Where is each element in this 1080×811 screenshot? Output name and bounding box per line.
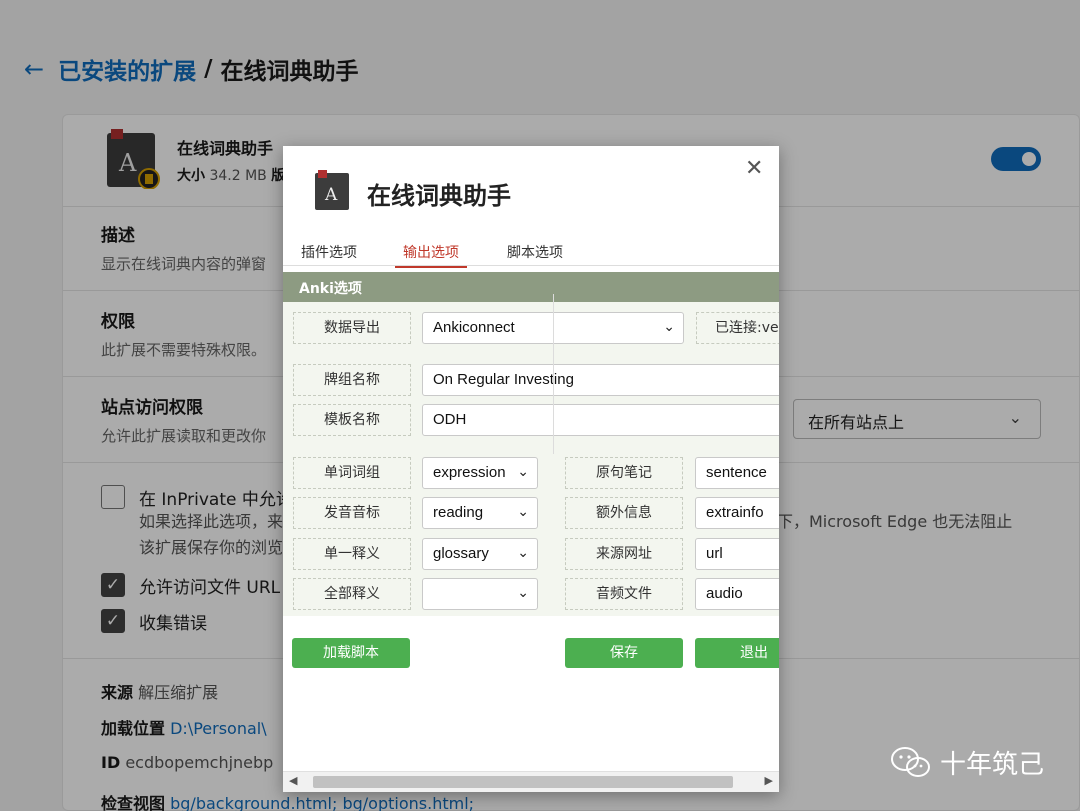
horizontal-scrollbar[interactable]: ◀ ▶	[283, 771, 779, 792]
scroll-right-arrow-icon[interactable]: ▶	[765, 774, 773, 787]
field-input-url[interactable]: url	[695, 538, 779, 570]
field-label-expression: 单词词组	[293, 457, 411, 489]
popup-title: 在线词典助手	[367, 182, 511, 210]
field-input-sentence[interactable]: sentence	[695, 457, 779, 489]
deck-input[interactable]: On Regular Investing	[422, 364, 779, 396]
field-label-glossary: 单一释义	[293, 538, 411, 570]
chevron-down-icon: ⌄	[517, 544, 529, 560]
field-label-all-glossary: 全部释义	[293, 578, 411, 610]
watermark: 十年筑己	[890, 744, 1044, 781]
export-label: 数据导出	[293, 312, 411, 344]
tab-plugin-options[interactable]: 插件选项	[301, 242, 357, 266]
chevron-down-icon: ⌄	[517, 503, 529, 519]
field-label-extrainfo: 额外信息	[565, 497, 683, 529]
popup-tabs: 插件选项 输出选项 脚本选项	[283, 242, 779, 268]
chevron-down-icon: ⌄	[517, 584, 529, 600]
field-select-reading[interactable]: reading ⌄	[422, 497, 538, 529]
field-select-expression[interactable]: expression ⌄	[422, 457, 538, 489]
chevron-down-icon: ⌄	[663, 318, 675, 334]
chevron-down-icon: ⌄	[517, 463, 529, 479]
field-input-extrainfo[interactable]: extrainfo	[695, 497, 779, 529]
tab-script-options[interactable]: 脚本选项	[507, 242, 563, 266]
load-script-button[interactable]: 加载脚本	[292, 638, 410, 668]
deck-label: 牌组名称	[293, 364, 411, 396]
watermark-text: 十年筑己	[940, 750, 1045, 780]
svg-text:A: A	[324, 185, 338, 205]
options-popup: ✕ A 在线词典助手 插件选项 输出选项 脚本选项 Anki选项 数据导出 An…	[283, 146, 779, 792]
model-label: 模板名称	[293, 404, 411, 436]
column-divider	[553, 294, 554, 454]
field-select-all-glossary[interactable]: ⌄	[422, 578, 538, 610]
scroll-left-arrow-icon[interactable]: ◀	[289, 774, 297, 787]
dictionary-book-icon: A	[315, 170, 349, 210]
field-label-audio: 音频文件	[565, 578, 683, 610]
exit-button[interactable]: 退出	[695, 638, 779, 668]
field-label-reading: 发音音标	[293, 497, 411, 529]
wechat-icon	[891, 746, 930, 777]
field-label-sentence: 原句笔记	[565, 457, 683, 489]
close-icon[interactable]: ✕	[745, 156, 763, 181]
field-input-audio[interactable]: audio	[695, 578, 779, 610]
field-select-glossary[interactable]: glossary ⌄	[422, 538, 538, 570]
field-label-url: 来源网址	[565, 538, 683, 570]
anki-section-title: Anki选项	[283, 272, 779, 302]
model-input[interactable]: ODH	[422, 404, 779, 436]
connection-status: 已连接:ve	[696, 312, 779, 344]
save-button[interactable]: 保存	[565, 638, 683, 668]
tab-output-options[interactable]: 输出选项	[395, 242, 467, 268]
scrollbar-thumb[interactable]	[313, 776, 733, 788]
